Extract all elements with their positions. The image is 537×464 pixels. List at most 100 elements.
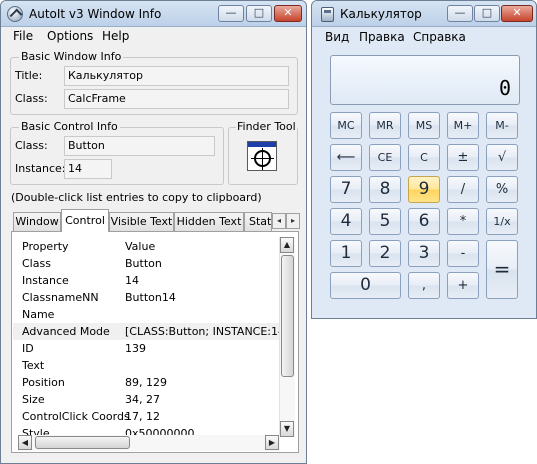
- menu-help[interactable]: Help: [102, 29, 129, 43]
- scroll-right-icon[interactable]: ▶: [265, 435, 279, 450]
- scroll-up-icon[interactable]: ▲: [280, 237, 294, 253]
- table-row[interactable]: Text: [13, 357, 279, 374]
- scroll-down-icon[interactable]: ▼: [280, 421, 294, 437]
- add-button[interactable]: +: [447, 272, 479, 299]
- property-name: Position: [22, 376, 65, 389]
- percent-button[interactable]: %: [486, 176, 518, 203]
- property-value: 0x50000000: [125, 427, 195, 435]
- ms-button[interactable]: MS: [408, 112, 440, 139]
- control-class-field[interactable]: Button: [64, 136, 215, 156]
- m-plus-button[interactable]: M+: [447, 112, 479, 139]
- property-name: ID: [22, 342, 34, 355]
- menu-edit[interactable]: Правка: [359, 30, 405, 44]
- calc-close-button[interactable]: ✕: [501, 5, 533, 22]
- multiply-button[interactable]: *: [447, 208, 479, 235]
- horizontal-scrollbar[interactable]: ◀ ▶: [18, 435, 280, 451]
- basic-window-info-heading: Basic Window Info: [19, 50, 124, 63]
- basic-control-info-heading: Basic Control Info: [19, 120, 120, 133]
- close-button[interactable]: ✕: [274, 5, 302, 22]
- calc-maximize-button[interactable]: □: [474, 5, 500, 22]
- menu-help[interactable]: Справка: [413, 30, 466, 44]
- digit-4-button[interactable]: 4: [330, 208, 362, 235]
- control-instance-field[interactable]: 14: [64, 159, 112, 179]
- equals-button[interactable]: =: [486, 240, 518, 299]
- subtract-button[interactable]: -: [447, 240, 479, 267]
- property-column-header: Property: [22, 240, 69, 253]
- finder-tool-crosshair-icon[interactable]: [247, 141, 277, 171]
- tab-statusbar[interactable]: Stat: [244, 212, 272, 231]
- property-name: Advanced Mode: [22, 325, 110, 338]
- autoit-titlebar[interactable]: AutoIt v3 Window Info — □ ✕: [1, 1, 306, 27]
- property-value: 17, 12: [125, 410, 160, 423]
- divide-button[interactable]: /: [447, 176, 479, 203]
- vertical-scrollbar[interactable]: ▲ ▼: [279, 237, 295, 437]
- property-name: Class: [22, 257, 51, 270]
- property-value: 34, 27: [125, 393, 160, 406]
- window-title-field[interactable]: Калькулятор: [64, 66, 289, 86]
- mr-button[interactable]: MR: [369, 112, 401, 139]
- tab-window[interactable]: Window: [13, 212, 61, 231]
- ce-button[interactable]: CE: [369, 144, 401, 171]
- tab-hidden-text[interactable]: Hidden Text: [174, 212, 244, 231]
- calculator-display: 0: [330, 55, 520, 105]
- calculator-app-icon: [321, 7, 334, 22]
- finder-tool-label: Finder Tool: [236, 120, 297, 133]
- property-name: Instance: [22, 274, 69, 287]
- horizontal-scroll-thumb[interactable]: [35, 436, 130, 449]
- window-class-label: Class:: [15, 92, 48, 105]
- digit-5-button[interactable]: 5: [369, 208, 401, 235]
- table-row[interactable]: Style 0x50000000: [13, 425, 279, 435]
- table-row-selected[interactable]: Advanced Mode [CLASS:Button; INSTANCE:14…: [13, 323, 279, 340]
- property-name: Text: [22, 359, 45, 372]
- calc-minimize-button[interactable]: —: [447, 5, 473, 22]
- digit-0-button[interactable]: 0: [330, 272, 401, 299]
- property-value: 14: [125, 274, 139, 287]
- property-value: [CLASS:Button; INSTANCE:14]: [125, 325, 279, 338]
- control-properties-panel: Property Value Class Button Instance 14 …: [11, 231, 299, 453]
- plus-minus-button[interactable]: ±: [447, 144, 479, 171]
- vertical-scroll-thumb[interactable]: [281, 255, 294, 377]
- autoit-window-title: AutoIt v3 Window Info: [29, 7, 162, 21]
- property-value: Button: [125, 257, 162, 270]
- digit-7-button[interactable]: 7: [330, 176, 362, 203]
- table-row[interactable]: Class Button: [13, 255, 279, 272]
- value-column-header: Value: [125, 240, 156, 253]
- calculator-window-title: Калькулятор: [340, 7, 422, 21]
- table-row[interactable]: Size 34, 27: [13, 391, 279, 408]
- minimize-button[interactable]: —: [218, 5, 244, 22]
- tab-scroll-right-icon[interactable]: ▸: [286, 213, 300, 229]
- menu-view[interactable]: Вид: [325, 30, 349, 44]
- digit-3-button[interactable]: 3: [408, 240, 440, 267]
- menu-file[interactable]: File: [13, 29, 33, 43]
- property-name: Size: [22, 393, 45, 406]
- maximize-button[interactable]: □: [246, 5, 272, 22]
- tab-control[interactable]: Control: [61, 209, 109, 232]
- digit-9-button[interactable]: 9: [408, 176, 440, 203]
- menu-options[interactable]: Options: [47, 29, 93, 43]
- window-class-field[interactable]: CalcFrame: [64, 89, 289, 109]
- tab-visible-text[interactable]: Visible Text: [109, 212, 174, 231]
- m-minus-button[interactable]: M-: [486, 112, 518, 139]
- properties-list[interactable]: Property Value Class Button Instance 14 …: [13, 233, 279, 435]
- mc-button[interactable]: MC: [330, 112, 362, 139]
- digit-6-button[interactable]: 6: [408, 208, 440, 235]
- calculator-window: Калькулятор — □ ✕ Вид Правка Справка 0 M…: [311, 0, 537, 319]
- tab-scroll-left-icon[interactable]: ◂: [272, 213, 286, 229]
- reciprocal-button[interactable]: 1/x: [486, 208, 518, 235]
- decimal-button[interactable]: ,: [408, 272, 440, 299]
- table-row[interactable]: ControlClick Coords 17, 12: [13, 408, 279, 425]
- digit-2-button[interactable]: 2: [369, 240, 401, 267]
- scroll-left-icon[interactable]: ◀: [18, 435, 32, 450]
- table-row[interactable]: Name: [13, 306, 279, 323]
- table-row[interactable]: Position 89, 129: [13, 374, 279, 391]
- table-row[interactable]: ID 139: [13, 340, 279, 357]
- sqrt-button[interactable]: √: [486, 144, 518, 171]
- calculator-titlebar[interactable]: Калькулятор — □ ✕: [312, 1, 536, 27]
- table-row[interactable]: Instance 14: [13, 272, 279, 289]
- digit-1-button[interactable]: 1: [330, 240, 362, 267]
- digit-8-button[interactable]: 8: [369, 176, 401, 203]
- table-row[interactable]: ClassnameNN Button14: [13, 289, 279, 306]
- backspace-button[interactable]: ⟵: [330, 144, 362, 171]
- list-header[interactable]: Property Value: [13, 238, 279, 255]
- clear-button[interactable]: C: [408, 144, 440, 171]
